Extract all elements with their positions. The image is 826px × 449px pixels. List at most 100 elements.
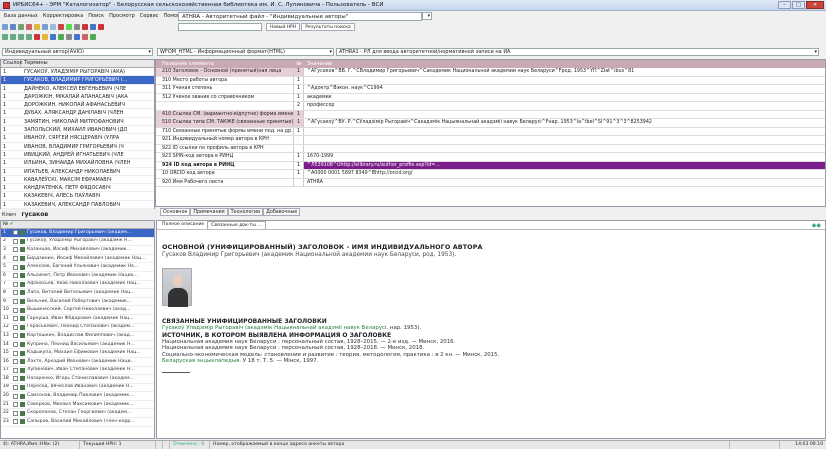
result-checkbox[interactable] <box>13 333 18 339</box>
field-value[interactable]: ^Адоктр^Bэкон. наук^C1994 <box>304 85 825 93</box>
first-record-icon[interactable] <box>2 33 8 40</box>
result-row[interactable]: 3 Казанцев, Иосиф Михайлович (академик... <box>1 246 154 255</box>
result-row[interactable]: 11 Гарнуша, Иван Фёдорович (академик Нац.… <box>1 315 154 324</box>
dictionary-row[interactable]: 1 ЗАМЯТИН, НИКОЛАЙ МИТРОФАНОВИЧ <box>1 118 154 127</box>
dictionary-row[interactable]: 1 КАЗАКЕВIЧ, АЛЕСЬ ПАЎЛАВIЧ <box>1 192 154 201</box>
field-row[interactable]: 312 Ученое звание со справочником 1 академ… <box>156 93 825 102</box>
link-icon[interactable] <box>74 33 80 40</box>
result-checkbox[interactable] <box>13 230 18 236</box>
field-value[interactable]: ^AГусаков^BВ. Г.^CВладимир Григорьевич^C… <box>304 68 825 76</box>
dictionary-row[interactable]: 1 ДАЙНЕКО, АЛЕКСЕЙ ЕВГЕНЬЕВИЧ (ЧЛЕ <box>1 85 154 93</box>
record-icon[interactable] <box>98 23 104 30</box>
field-value[interactable]: ATHRA <box>304 179 825 187</box>
maximize-button[interactable]: □ <box>792 1 805 9</box>
dictionary-row[interactable]: 1 ИПАТЬЕВ, АЛЕКСАНДР НИКОЛАЕВИЧ <box>1 168 154 176</box>
result-row[interactable]: 10 Вышинесский, Сергей Николаевич (акад..… <box>1 306 154 315</box>
field-row[interactable]: 510 Ссылка типа СМ. ТАКЖЕ (связанные при… <box>156 119 825 128</box>
menu-service[interactable]: Сервис <box>140 13 159 19</box>
dictionary-row[interactable]: 1 ИВИЦКИЙ, АНДРЕЙ ИГНАТЬЕВИЧ (ЧЛЕ <box>1 151 154 160</box>
search-input[interactable]: гусаков <box>22 211 49 218</box>
result-row[interactable]: 1 Гусаков, Владимир Григорьевич (академ..… <box>1 229 154 238</box>
header-dropdown[interactable]: ▾ <box>422 12 432 20</box>
dictionary-list[interactable]: Ссылок Термины 1 ГУСАКОЎ, УЛАДЗIМIР РЫГОР… <box>0 59 155 210</box>
next-record-icon[interactable] <box>18 33 24 40</box>
result-row[interactable]: 6 Альсимит, Петр Иванович (академик Нацио… <box>1 272 154 281</box>
field-row[interactable]: 410 Ссылка СМ. (вариантно-відпутне) форм… <box>156 110 825 119</box>
field-row[interactable]: 310 Место работы автора 1 <box>156 76 825 85</box>
preview-tools-icon[interactable]: ◆◆ <box>812 222 821 229</box>
menu-view[interactable]: Просмотр <box>109 13 135 19</box>
open-icon[interactable] <box>10 23 16 30</box>
source-4-link[interactable]: Беларуская энцыклапедыя. <box>162 358 241 364</box>
field-row[interactable]: 311 Ученая степень 1 ^Адоктр^Bэкон. наук^C… <box>156 85 825 94</box>
result-checkbox[interactable] <box>13 402 18 408</box>
flag-icon[interactable] <box>34 33 40 40</box>
result-checkbox[interactable] <box>13 247 18 253</box>
tab-tech[interactable]: Технологии <box>227 208 264 216</box>
minimize-button[interactable]: – <box>778 1 791 9</box>
record-number-field[interactable] <box>178 23 262 31</box>
field-value[interactable]: ^AГусакоў^BУ. Р.^CУладзімір Рыгоравіч^Cа… <box>304 119 825 127</box>
field-row[interactable]: 922 ID ссылки по профиль автора в КРН <box>156 144 825 153</box>
dictionary-row[interactable]: 1 ИВАНОЎ, СЯРГЕЙ НЯСЦЕРАВIЧ (УЛРА <box>1 134 154 143</box>
field-row[interactable]: 920 Имя Рабочего листа ATHRA <box>156 178 825 187</box>
results-list[interactable]: № ✔ 1 Гусаков, Владимир Григорьевич (акад… <box>0 220 155 439</box>
dictionary-row[interactable]: 1 ЗАПОЛЬСКИЙ, МИХАИЛ ИВАНОВИЧ (ДО <box>1 126 154 135</box>
result-checkbox[interactable] <box>13 264 18 270</box>
check-icon[interactable] <box>66 23 72 30</box>
field-row[interactable]: 710 Связанные принятые формы имени под. … <box>156 127 825 136</box>
result-checkbox[interactable] <box>13 384 18 390</box>
field-row[interactable]: 10 ORCID код автора 1 ^A0000 0001 5897 834… <box>156 170 825 179</box>
field-row[interactable]: 923 SPIN-код автора в РИНЦ 1 1670-1999 <box>156 153 825 162</box>
filter-icon[interactable] <box>50 33 56 40</box>
result-checkbox[interactable] <box>13 376 18 382</box>
bookmark-icon[interactable] <box>42 33 48 40</box>
dictionary-row[interactable]: 1 ДАРОЖКIН, МIКАЛАЙ АПАНАСАВIЧ (АКА <box>1 93 154 102</box>
result-checkbox[interactable] <box>13 359 18 365</box>
result-row[interactable]: 23 Сапыров, Василий Михайлович (член-корр… <box>1 418 154 427</box>
result-row[interactable]: 15 Кадыкупа, Михаил Ефимович (академик На… <box>1 349 154 358</box>
field-row[interactable]: 2 профессор <box>156 102 825 111</box>
menu-database[interactable]: База данных <box>4 13 38 19</box>
save-icon[interactable] <box>18 23 24 30</box>
result-row[interactable]: 8 Лапа, Виталий Витальевич (академик Нац.… <box>1 289 154 298</box>
result-row[interactable]: 16 Лахто, Аркадий Иванович (академик Наци… <box>1 358 154 367</box>
field-value[interactable] <box>304 128 825 136</box>
result-checkbox[interactable] <box>13 238 18 244</box>
result-checkbox[interactable] <box>13 410 18 416</box>
result-row[interactable]: 20 Самсонов, Владимир Павлович (академик.… <box>1 392 154 401</box>
field-row[interactable]: 921 Индивидуальный номер автора в КРН <box>156 136 825 145</box>
field-value[interactable] <box>304 136 825 144</box>
result-checkbox[interactable] <box>13 273 18 279</box>
last-record-icon[interactable] <box>26 33 32 40</box>
tab-related-docs[interactable]: Связанные док-ты ... <box>207 221 266 229</box>
tab-full-description[interactable]: Полное описание <box>159 221 207 229</box>
result-row[interactable]: 7 Афанасьев, Яков Николаевич (академик На… <box>1 281 154 290</box>
database-select[interactable]: Индивидуальный автор(АVIO) ▾ <box>2 48 153 56</box>
menu-search[interactable]: Поиск <box>88 13 104 19</box>
result-row[interactable]: 9 Вильчик, Василий Робертович (академик..… <box>1 298 154 307</box>
new-record-icon[interactable] <box>2 23 8 30</box>
prev-record-icon[interactable] <box>10 33 16 40</box>
result-checkbox[interactable] <box>13 299 18 305</box>
field-value[interactable] <box>304 77 825 85</box>
stop-icon[interactable] <box>82 23 88 30</box>
mark-icon[interactable] <box>82 33 88 40</box>
field-value[interactable]: ^Л539108^Uhttp://elibrary.ru/author_prof… <box>304 161 825 169</box>
dictionary-row[interactable]: 1 ГУСАКОВ, ВЛАДИМИР ГРИГОРЬЕВИЧ (... <box>1 76 154 85</box>
result-row[interactable]: 17 Лупинович, Иван Степанович (академик Н… <box>1 367 154 376</box>
related-link[interactable]: Гусакоў Уладзімір Рыгоравіч (акадэмік На… <box>162 325 387 331</box>
z-icon[interactable] <box>90 23 96 30</box>
result-checkbox[interactable] <box>13 256 18 262</box>
tab-search-results[interactable]: Результаты поиска <box>301 23 355 31</box>
tab-new-record[interactable]: Новый НРН <box>266 23 301 31</box>
result-checkbox[interactable] <box>13 350 18 356</box>
field-row[interactable]: 924 ID код автора в РИНЦ 1 ^Л539108^Uhttp:… <box>156 161 825 170</box>
tab-main[interactable]: Основное <box>160 208 191 216</box>
result-row[interactable]: 4 Бирдзинин, Иосиф Михайлович (академик Н… <box>1 255 154 264</box>
delete-icon[interactable] <box>26 23 32 30</box>
tab-additional[interactable]: Добавочные <box>263 208 301 216</box>
cut-icon[interactable] <box>58 23 64 30</box>
result-checkbox[interactable] <box>13 307 18 313</box>
field-value[interactable] <box>304 111 825 119</box>
